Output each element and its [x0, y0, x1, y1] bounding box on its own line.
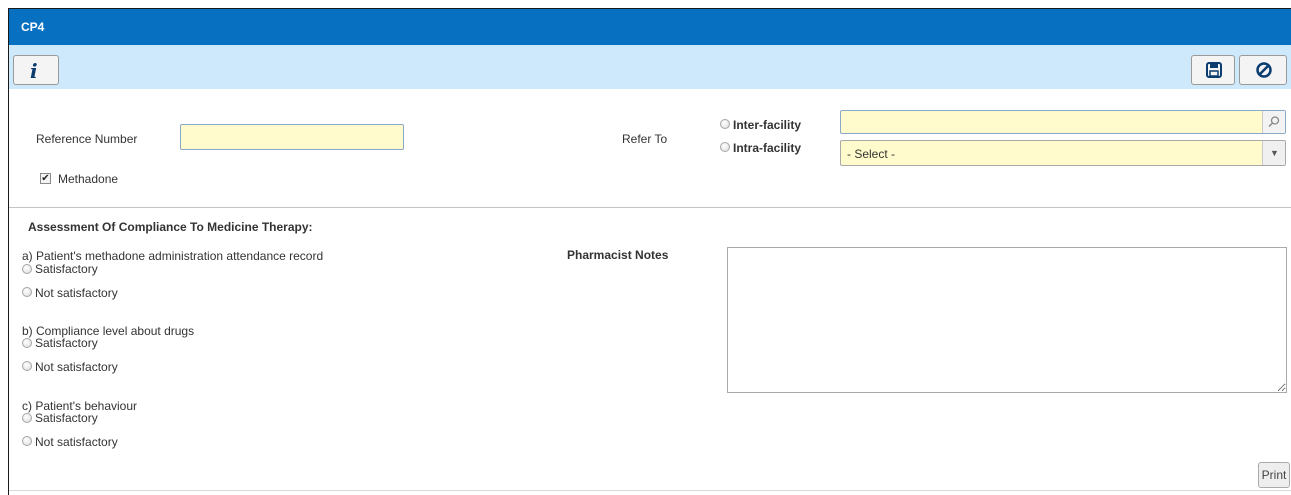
satisfactory-label: Satisfactory: [35, 262, 98, 276]
satisfactory-label: Satisfactory: [35, 336, 98, 350]
methadone-checkbox[interactable]: ✔: [40, 173, 51, 184]
search-button[interactable]: [1262, 111, 1285, 133]
inter-facility-search-field[interactable]: [840, 110, 1286, 134]
satisfactory-radio[interactable]: [22, 264, 32, 274]
inter-facility-label: Inter-facility: [733, 118, 802, 132]
floppy-disk-icon: [1206, 62, 1222, 78]
info-icon: i: [30, 59, 38, 83]
intra-facility-radio[interactable]: [720, 142, 730, 152]
print-button[interactable]: Print: [1258, 462, 1290, 488]
search-icon: [1268, 116, 1280, 128]
assessment-heading: Assessment Of Compliance To Medicine The…: [28, 220, 313, 234]
intra-facility-select-value: - Select -: [847, 147, 896, 161]
no-entry-icon: [1256, 62, 1272, 78]
pharmacist-notes-textarea[interactable]: [727, 247, 1287, 393]
intra-facility-label: Intra-facility: [733, 141, 802, 155]
window-title: CP4: [21, 20, 45, 34]
title-bar: CP4: [9, 9, 1291, 45]
chevron-down-icon: ▼: [1270, 148, 1279, 158]
not-satisfactory-radio[interactable]: [22, 287, 32, 297]
toolbar: i: [9, 45, 1291, 89]
not-satisfactory-radio[interactable]: [22, 436, 32, 446]
info-button[interactable]: i: [13, 55, 59, 85]
refer-to-label: Refer To: [622, 132, 668, 146]
intra-facility-select[interactable]: - Select - ▼: [840, 140, 1286, 166]
question-label: a) Patient's methadone administration at…: [22, 249, 324, 263]
bottom-divider: [9, 490, 1291, 491]
not-satisfactory-radio[interactable]: [22, 361, 32, 371]
reference-number-input[interactable]: [180, 124, 404, 150]
satisfactory-label: Satisfactory: [35, 411, 98, 425]
not-satisfactory-label: Not satisfactory: [35, 435, 118, 449]
reference-number-label: Reference Number: [36, 132, 138, 146]
save-button[interactable]: [1191, 55, 1235, 85]
inter-facility-radio[interactable]: [720, 119, 730, 129]
satisfactory-radio[interactable]: [22, 413, 32, 423]
methadone-label: Methadone: [58, 172, 119, 186]
cancel-button[interactable]: [1239, 55, 1287, 85]
satisfactory-radio[interactable]: [22, 338, 32, 348]
not-satisfactory-label: Not satisfactory: [35, 360, 118, 374]
select-dropdown-button[interactable]: ▼: [1262, 141, 1285, 165]
pharmacist-notes-label: Pharmacist Notes: [567, 248, 669, 262]
not-satisfactory-label: Not satisfactory: [35, 286, 118, 300]
